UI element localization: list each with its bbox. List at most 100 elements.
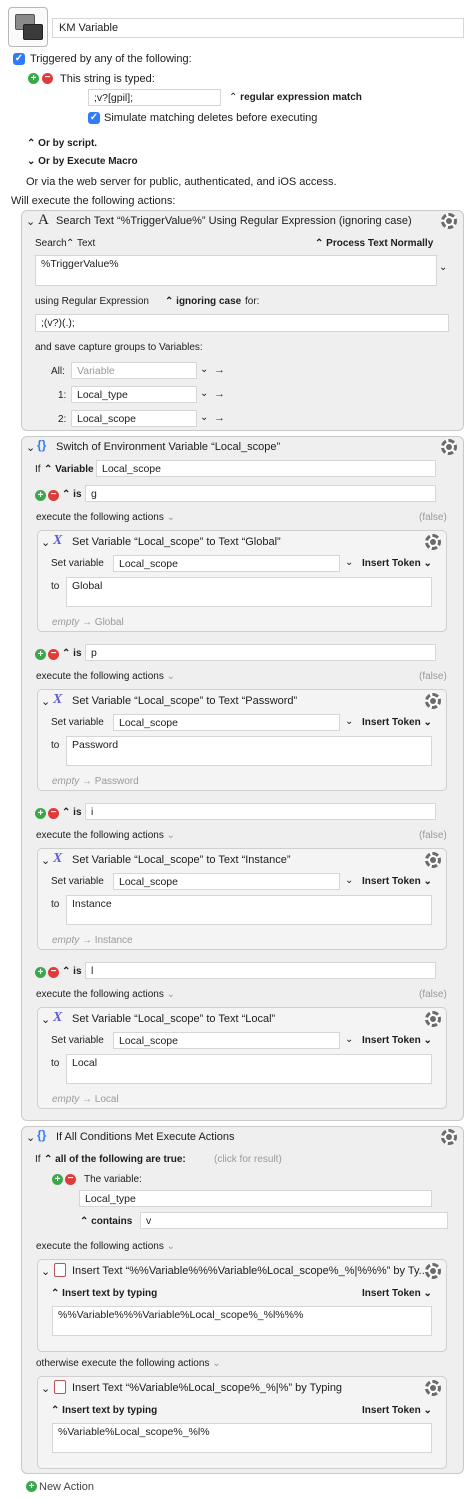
condition-operator-popup[interactable]: ⌃ contains [80,1216,132,1227]
or-by-script-toggle[interactable]: ⌃ Or by script. [27,138,97,149]
variable-menu-icon[interactable]: ⌄ [345,1034,353,1045]
source-popup[interactable]: ⌃ Text [66,238,95,249]
case-value-field[interactable]: l [85,962,436,979]
set-variable-name-field[interactable]: Local_scope [113,555,340,572]
collapse-chevron-icon[interactable]: ⌄ [26,441,35,454]
collapse-chevron-icon[interactable]: ⌄ [41,1265,50,1278]
case-operator-popup[interactable]: ⌃ is [62,966,82,977]
insert-mode-popup[interactable]: ⌃ Insert text by typing [51,1405,157,1416]
insert-text-field[interactable]: %%Variable%%%Variable%Local_scope%_%l%%% [52,1306,432,1336]
set-variable-name-field[interactable]: Local_scope [113,714,340,731]
search-text-field[interactable]: %TriggerValue% [35,255,437,286]
gear-icon[interactable] [425,1380,441,1396]
search-action-title[interactable]: Search Text “%TriggerValue%” Using Regul… [56,215,412,227]
set-variable-text-field[interactable]: Instance [66,895,432,925]
collapse-chevron-icon[interactable]: ⌄ [41,1382,50,1395]
collapse-chevron-icon[interactable]: ⌄ [41,695,50,708]
case-value-field[interactable]: i [85,803,436,820]
macro-name-field[interactable]: KM Variable [52,18,464,38]
or-by-execute-macro-toggle[interactable]: ⌄ Or by Execute Macro [27,156,138,167]
token-menu-icon[interactable]: ⌄ [439,262,447,273]
execute-label: execute the following actions ⌄ [36,830,176,841]
insert-text-title[interactable]: Insert Text “%%Variable%%%Variable%Local… [72,1265,428,1277]
switch-action-title[interactable]: Switch of Environment Variable “Local_sc… [56,441,280,453]
case-operator-popup[interactable]: ⌃ is [62,648,82,659]
case-operator-popup[interactable]: ⌃ is [62,489,82,500]
regex-field[interactable]: ;(v?)(.); [35,314,449,332]
variable-menu-icon[interactable]: ⌄ [345,557,353,568]
gear-icon[interactable] [441,439,457,455]
typed-string-field[interactable]: ;v?[gpil]; [88,89,221,106]
insert-token-popup[interactable]: Insert Token ⌄ [362,558,432,569]
insert-token-popup[interactable]: Insert Token ⌄ [362,1035,432,1046]
insert-token-popup[interactable]: Insert Token ⌄ [362,717,432,728]
macro-icon[interactable] [8,7,48,47]
insert-token-popup[interactable]: Insert Token ⌄ [362,876,432,887]
remove-case-button[interactable]: − [48,649,59,660]
collapse-chevron-icon[interactable]: ⌄ [41,536,50,549]
set-variable-title[interactable]: Set Variable “Local_scope” to Text “Loca… [72,1013,275,1025]
variable-menu-icon[interactable]: ⌄ [200,364,208,375]
gear-icon[interactable] [425,693,441,709]
insert-token-popup[interactable]: Insert Token ⌄ [362,1405,432,1416]
remove-condition-button[interactable]: − [65,1174,76,1185]
add-case-button[interactable]: + [35,808,46,819]
condition-value-field[interactable]: v [140,1212,448,1229]
add-case-button[interactable]: + [35,649,46,660]
capture-1-field[interactable]: Local_type [71,386,197,403]
collapse-chevron-icon[interactable]: ⌄ [26,1131,35,1144]
capture-all-field[interactable]: Variable [71,362,197,379]
process-mode-popup[interactable]: ⌃ Process Text Normally [315,238,433,249]
insert-text-field[interactable]: %Variable%Local_scope%_%l% [52,1423,432,1453]
condition-variable-field[interactable]: Local_type [79,1190,432,1207]
set-variable-text-field[interactable]: Password [66,736,432,766]
case-operator-popup[interactable]: ⌃ is [62,807,82,818]
if-action-title[interactable]: If All Conditions Met Execute Actions [56,1131,235,1143]
gear-icon[interactable] [425,1263,441,1279]
capture-2-field[interactable]: Local_scope [71,410,197,427]
gear-icon[interactable] [441,1129,457,1145]
condition-mode-popup[interactable]: ⌃ all of the following are true: [44,1154,186,1165]
collapse-chevron-icon[interactable]: ⌄ [41,1013,50,1026]
collapse-chevron-icon[interactable]: ⌄ [26,215,35,228]
match-mode-popup[interactable]: ⌃ regular expression match [229,92,362,103]
remove-case-button[interactable]: − [48,967,59,978]
collapse-chevron-icon[interactable]: ⌄ [41,854,50,867]
simulate-deletes-checkbox[interactable]: ✓ [88,112,100,124]
add-case-button[interactable]: + [35,490,46,501]
result-preview: empty → Password [52,776,139,787]
add-condition-button[interactable]: + [52,1174,63,1185]
set-variable-name-field[interactable]: Local_scope [113,873,340,890]
case-mode-popup[interactable]: ⌃ ignoring case [165,296,241,307]
remove-trigger-button[interactable]: − [42,73,53,84]
gear-icon[interactable] [425,534,441,550]
set-variable-title[interactable]: Set Variable “Local_scope” to Text “Glob… [72,536,281,548]
set-variable-name-field[interactable]: Local_scope [113,1032,340,1049]
switch-variable-field[interactable]: Local_scope [96,460,436,477]
add-case-button[interactable]: + [35,967,46,978]
variable-menu-icon[interactable]: ⌄ [345,716,353,727]
gear-icon[interactable] [425,1011,441,1027]
case-value-field[interactable]: g [85,485,436,502]
set-variable-title[interactable]: Set Variable “Local_scope” to Text “Inst… [72,854,291,866]
add-trigger-button[interactable]: + [28,73,39,84]
gear-icon[interactable] [425,852,441,868]
remove-case-button[interactable]: − [48,490,59,501]
switch-kind-popup[interactable]: ⌃ Variable [44,464,94,475]
click-for-result[interactable]: (click for result) [214,1154,282,1165]
remove-case-button[interactable]: − [48,808,59,819]
variable-menu-icon[interactable]: ⌄ [200,412,208,423]
variable-menu-icon[interactable]: ⌄ [200,388,208,399]
trigger-enabled-checkbox[interactable]: ✓ [13,53,25,65]
variable-x-icon: X [53,851,63,866]
insert-token-popup[interactable]: Insert Token ⌄ [362,1288,432,1299]
set-variable-title[interactable]: Set Variable “Local_scope” to Text “Pass… [72,695,297,707]
gear-icon[interactable] [441,213,457,229]
insert-mode-popup[interactable]: ⌃ Insert text by typing [51,1288,157,1299]
variable-menu-icon[interactable]: ⌄ [345,875,353,886]
case-value-field[interactable]: p [85,644,436,661]
set-variable-text-field[interactable]: Global [66,577,432,607]
insert-text-title[interactable]: Insert Text “%Variable%Local_scope%_%|%”… [72,1382,342,1394]
new-action-button[interactable]: New Action [39,1481,94,1493]
set-variable-text-field[interactable]: Local [66,1054,432,1084]
